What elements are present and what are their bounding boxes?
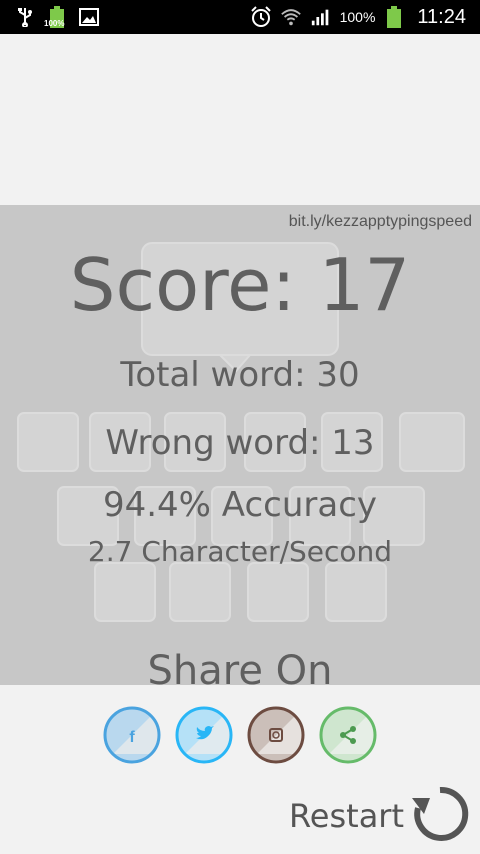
battery-small-label: 100% — [44, 19, 65, 28]
instagram-icon — [247, 706, 305, 764]
signal-icon — [310, 6, 332, 28]
battery-percent: 100% — [339, 9, 376, 25]
wrong-word-stat: Wrong word: 13 — [105, 423, 375, 463]
clock: 11:24 — [417, 5, 466, 28]
facebook-share-button[interactable]: f — [103, 706, 161, 764]
restart-label: Restart — [288, 797, 404, 835]
results-panel: bit.ly/kezzapptypingspeed Score: 17 Tota… — [0, 205, 480, 685]
share-buttons: f — [103, 706, 383, 766]
chars-per-second-stat: 2.7 Character/Second — [87, 535, 393, 568]
app-url[interactable]: bit.ly/kezzapptypingspeed — [289, 213, 472, 231]
alarm-icon — [250, 6, 272, 28]
restart-icon — [410, 784, 470, 848]
battery-icon — [383, 6, 405, 28]
status-bar: 100% 100% 11:24 — [0, 0, 480, 34]
accuracy-stat: 94.4% Accuracy — [102, 485, 378, 525]
generic-share-button[interactable] — [319, 706, 377, 764]
battery-full-icon: 100% — [44, 6, 68, 28]
restart-button[interactable]: Restart — [289, 786, 470, 846]
share-title: Share On — [147, 648, 333, 694]
svg-text:f: f — [129, 729, 135, 746]
usb-icon — [14, 6, 36, 28]
wifi-icon — [280, 6, 302, 28]
twitter-share-button[interactable] — [175, 706, 233, 764]
twitter-icon — [175, 706, 233, 764]
gallery-icon — [78, 6, 100, 28]
score-value: Score: 17 — [69, 243, 411, 327]
share-icon — [319, 706, 377, 764]
facebook-icon: f — [103, 706, 161, 764]
instagram-share-button[interactable] — [247, 706, 305, 764]
total-word-stat: Total word: 30 — [120, 355, 360, 395]
